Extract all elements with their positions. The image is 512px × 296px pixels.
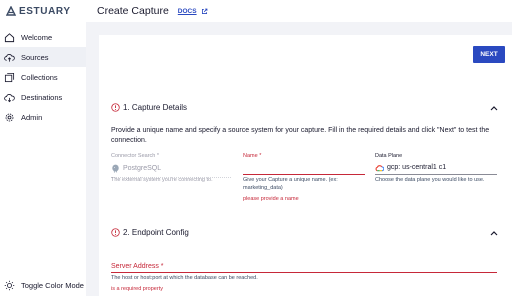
page-title: Create Capture <box>97 5 169 17</box>
next-button[interactable]: NEXT <box>473 46 505 63</box>
endpoint-config-title: 2. Endpoint Config <box>123 228 189 237</box>
name-field-underline <box>243 174 365 175</box>
cloud-download-icon <box>4 93 15 102</box>
estuary-logo-mark-icon <box>6 6 16 16</box>
server-address-error: is a required property <box>111 286 163 292</box>
external-link-icon <box>201 8 207 14</box>
postgresql-icon <box>112 164 119 173</box>
google-cloud-icon <box>375 164 384 171</box>
sidebar-item-destinations[interactable]: Destinations <box>0 87 86 107</box>
docs-link[interactable]: DOCS <box>178 8 208 15</box>
server-address-underline <box>111 272 497 273</box>
top-bar: ESTUARY Create Capture DOCS <box>0 0 512 22</box>
capture-name-input[interactable] <box>243 161 365 174</box>
toggle-color-mode-label: Toggle Color Mode <box>21 280 84 290</box>
name-field-label: Name * <box>243 153 262 159</box>
capture-details-header[interactable]: 1. Capture Details <box>111 103 187 112</box>
error-icon <box>111 228 120 237</box>
endpoint-config-header[interactable]: 2. Endpoint Config <box>111 228 189 237</box>
connector-search-value: PostgreSQL <box>123 164 162 172</box>
connector-search-helper: The external system you're connecting to… <box>111 177 213 183</box>
sidebar-item-admin[interactable]: Admin <box>0 107 86 127</box>
error-icon <box>111 103 120 112</box>
docs-link-label: DOCS <box>177 7 197 15</box>
main-panel: NEXT 1. Capture Details Provide a unique… <box>99 35 512 296</box>
sidebar: Welcome Sources Collections Destinations… <box>0 22 86 296</box>
data-plane-label: Data Plane <box>375 153 403 159</box>
sun-icon <box>4 280 15 290</box>
home-icon <box>4 32 15 42</box>
connector-search-field[interactable]: PostgreSQL <box>111 161 231 175</box>
chevron-up-icon[interactable] <box>490 230 498 236</box>
sidebar-item-label: Admin <box>21 112 43 122</box>
sidebar-item-label: Destinations <box>21 92 63 102</box>
chevron-up-icon[interactable] <box>490 105 498 111</box>
cloud-upload-icon <box>4 53 15 62</box>
collections-icon <box>4 72 15 82</box>
connector-search-label: Connector Search * <box>111 153 159 159</box>
toggle-color-mode-button[interactable]: Toggle Color Mode <box>0 274 86 296</box>
sidebar-item-collections[interactable]: Collections <box>0 67 86 87</box>
data-plane-value: gcp: us-central1 c1 <box>387 164 447 171</box>
capture-details-description: Provide a unique name and specify a sour… <box>111 127 490 144</box>
data-plane-underline <box>375 174 497 175</box>
sidebar-item-label: Welcome <box>21 32 53 42</box>
sidebar-item-label: Collections <box>21 72 58 82</box>
capture-details-title: 1. Capture Details <box>123 103 188 112</box>
sidebar-item-sources[interactable]: Sources <box>0 47 86 67</box>
logo-text: ESTUARY <box>19 5 71 17</box>
data-plane-select[interactable]: gcp: us-central1 c1 <box>375 161 497 174</box>
gear-icon <box>5 113 14 121</box>
sidebar-item-label: Sources <box>21 52 49 62</box>
name-field-helper: Give your Capture a unique name. (ex: ma… <box>243 177 338 191</box>
server-address-input[interactable] <box>111 259 497 272</box>
data-plane-helper: Choose the data plane you would like to … <box>375 177 485 183</box>
name-field-error: please provide a name <box>243 196 299 202</box>
sidebar-item-welcome[interactable]: Welcome <box>0 27 86 47</box>
server-address-helper: The host or host:port at which the datab… <box>111 275 258 281</box>
estuary-logo[interactable]: ESTUARY <box>0 6 86 17</box>
